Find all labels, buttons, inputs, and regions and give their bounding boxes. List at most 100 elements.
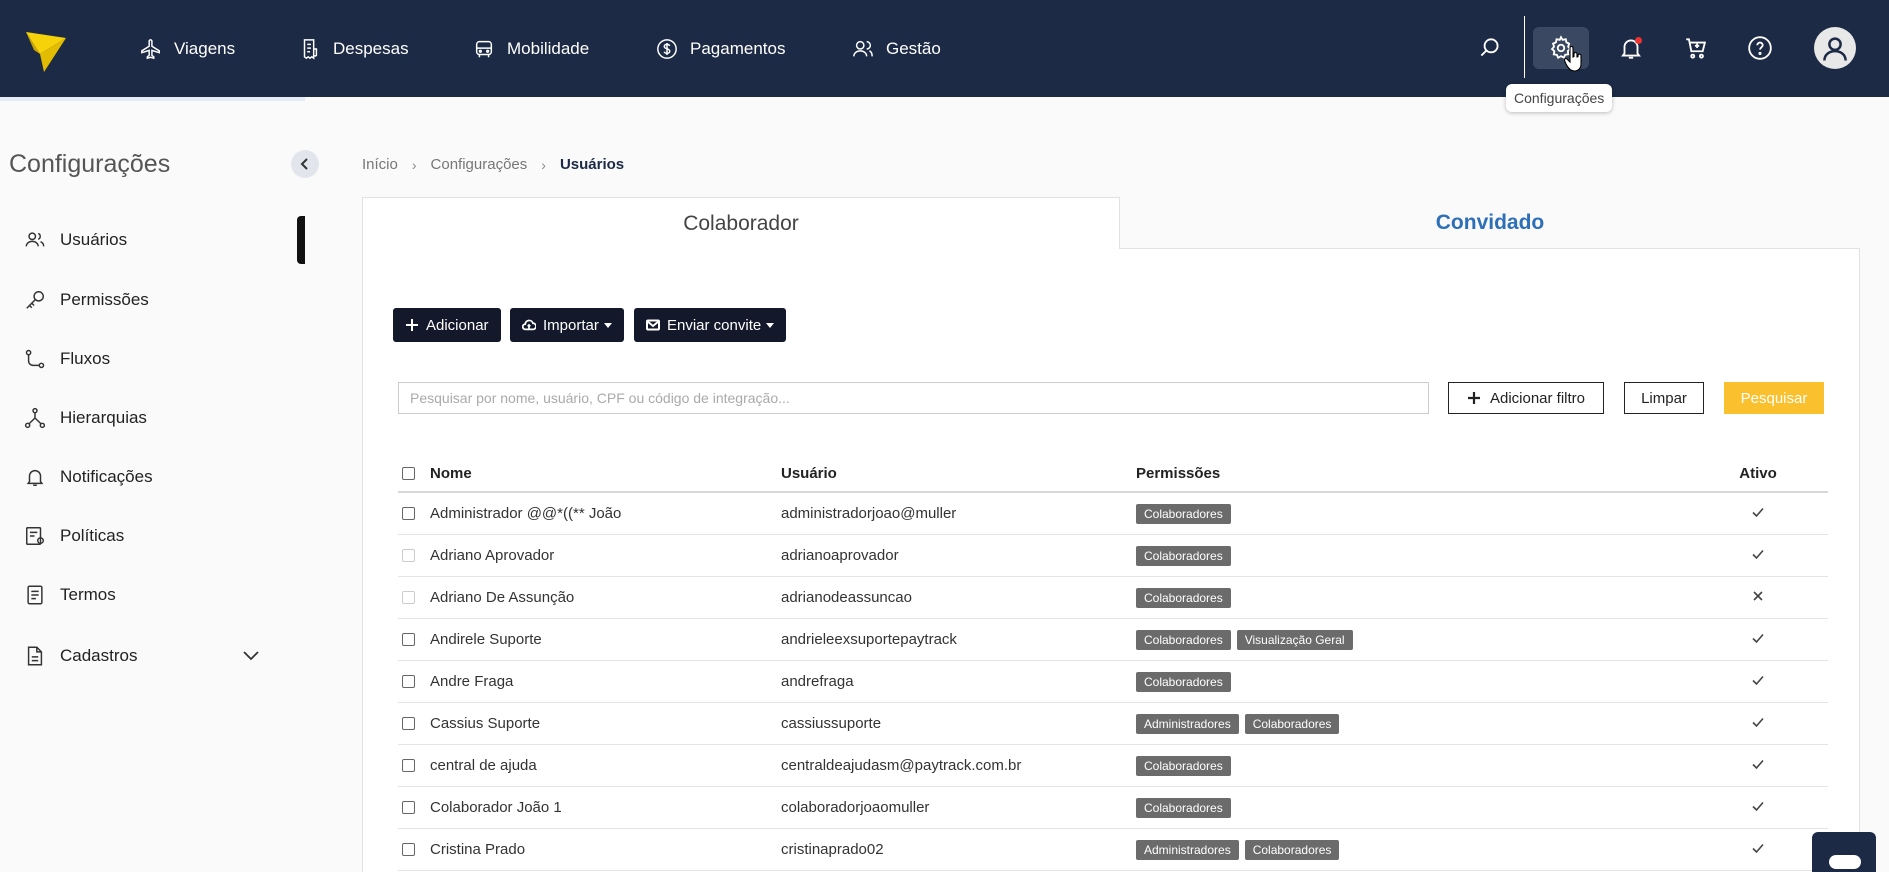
cell-permissions: Administradores Colaboradores bbox=[1136, 839, 1340, 860]
nav-label: Gestão bbox=[886, 38, 941, 58]
cell-user: centraldeajudasm@paytrack.com.br bbox=[781, 757, 1022, 774]
chat-widget-button[interactable] bbox=[1812, 832, 1876, 872]
row-checkbox[interactable] bbox=[402, 675, 415, 688]
sidebar-item-politicas[interactable]: Políticas bbox=[24, 521, 124, 551]
sidebar-item-fluxos[interactable]: Fluxos bbox=[24, 344, 110, 374]
table-row[interactable]: Adriano Aprovador adrianoaprovador Colabor… bbox=[398, 535, 1828, 577]
notifications-button[interactable] bbox=[1611, 28, 1651, 68]
nav-pagamentos[interactable]: Pagamentos bbox=[656, 0, 785, 97]
send-invite-button[interactable]: Enviar convite bbox=[634, 308, 787, 342]
permission-badge: Colaboradores bbox=[1136, 587, 1231, 608]
envelope-icon bbox=[646, 319, 660, 331]
cell-name: Cristina Prado bbox=[430, 841, 526, 858]
plane-icon bbox=[140, 38, 162, 60]
nav-viagens[interactable]: Viagens bbox=[140, 0, 235, 97]
search-button-submit[interactable]: Pesquisar bbox=[1724, 382, 1824, 414]
clear-button[interactable]: Limpar bbox=[1624, 382, 1704, 414]
row-checkbox[interactable] bbox=[402, 801, 415, 814]
table-row[interactable]: Adriano De Assunção adrianodeassuncao Cola… bbox=[398, 577, 1828, 619]
header-name[interactable]: Nome bbox=[430, 465, 472, 482]
check-icon bbox=[1751, 841, 1765, 855]
sidebar-item-label: Permissões bbox=[60, 290, 149, 309]
app-logo[interactable] bbox=[26, 24, 66, 74]
cell-user: andrefraga bbox=[781, 673, 854, 690]
nav-gestao[interactable]: Gestão bbox=[852, 0, 941, 97]
invite-button-label: Enviar convite bbox=[667, 316, 762, 334]
row-checkbox[interactable] bbox=[402, 717, 415, 730]
search-button[interactable] bbox=[1470, 28, 1510, 68]
chevron-down-icon[interactable] bbox=[240, 644, 262, 666]
sidebar-title: Configurações bbox=[9, 150, 171, 178]
table-row[interactable]: central de ajuda centraldeajudasm@paytrac… bbox=[398, 745, 1828, 787]
tab-colaborador[interactable]: Colaborador bbox=[362, 197, 1120, 249]
cart-button[interactable] bbox=[1676, 28, 1716, 68]
breadcrumb: Início › Configurações › Usuários bbox=[362, 156, 624, 173]
header-active[interactable]: Ativo bbox=[1738, 465, 1778, 482]
sidebar-item-label: Termos bbox=[60, 585, 116, 604]
policy-icon bbox=[24, 525, 46, 547]
add-filter-label: Adicionar filtro bbox=[1489, 389, 1586, 407]
row-checkbox[interactable] bbox=[402, 507, 415, 520]
sidebar-item-notificacoes[interactable]: Notificações bbox=[24, 462, 153, 492]
search-label: Pesquisar bbox=[1740, 389, 1808, 407]
permission-badge: Colaboradores bbox=[1136, 629, 1231, 650]
sidebar-item-usuarios[interactable]: Usuários bbox=[24, 225, 127, 255]
nav-label: Despesas bbox=[333, 38, 409, 58]
sidebar-item-label: Políticas bbox=[60, 526, 125, 545]
nav-label: Mobilidade bbox=[507, 38, 590, 58]
settings-tooltip: Configurações bbox=[1506, 84, 1613, 112]
add-filter-button[interactable]: Adicionar filtro bbox=[1448, 382, 1604, 414]
help-button[interactable] bbox=[1740, 28, 1780, 68]
row-checkbox[interactable] bbox=[402, 759, 415, 772]
sidebar-item-permissoes[interactable]: Permissões bbox=[24, 285, 149, 315]
table-row[interactable]: Andirele Suporte andrieleexsuportepaytrac… bbox=[398, 619, 1828, 661]
cell-active bbox=[1738, 673, 1778, 691]
table-row[interactable]: Cassius Suporte cassiussuporte Administrad… bbox=[398, 703, 1828, 745]
header-user[interactable]: Usuário bbox=[781, 465, 837, 482]
row-checkbox[interactable] bbox=[402, 549, 415, 562]
cell-permissions: Colaboradores bbox=[1136, 797, 1231, 818]
table-row[interactable]: Cristina Prado cristinaprado02 Administrad… bbox=[398, 829, 1828, 871]
receipt-icon bbox=[299, 38, 321, 60]
permission-badge: Colaboradores bbox=[1244, 839, 1340, 860]
search-input[interactable] bbox=[398, 382, 1429, 414]
nav-mobilidade[interactable]: Mobilidade bbox=[473, 0, 589, 97]
notification-dot bbox=[1635, 37, 1642, 44]
cell-user: andrieleexsuportepaytrack bbox=[781, 631, 957, 648]
permission-badge: Administradores bbox=[1136, 713, 1239, 734]
tab-convidado[interactable]: Convidado bbox=[1120, 197, 1860, 249]
header-permissions[interactable]: Permissões bbox=[1136, 465, 1220, 482]
cell-name: Colaborador João 1 bbox=[430, 799, 562, 816]
row-checkbox[interactable] bbox=[402, 591, 415, 604]
table-row[interactable]: Andre Fraga andrefraga Colaboradores bbox=[398, 661, 1828, 703]
row-checkbox[interactable] bbox=[402, 843, 415, 856]
help-icon bbox=[1748, 36, 1772, 60]
sidebar-item-termos[interactable]: Termos bbox=[24, 580, 116, 610]
chevron-left-icon bbox=[300, 158, 308, 170]
nav-despesas[interactable]: Despesas bbox=[299, 0, 409, 97]
import-button[interactable]: Importar bbox=[510, 308, 624, 342]
table-row[interactable]: Administrador @@*((** João administradorj… bbox=[398, 493, 1828, 535]
check-icon bbox=[1751, 673, 1765, 687]
cell-active bbox=[1738, 547, 1778, 565]
table-row[interactable]: Colaborador João 1 colaboradorjoaomuller C… bbox=[398, 787, 1828, 829]
collapse-sidebar-button[interactable] bbox=[291, 150, 319, 178]
select-all-checkbox[interactable] bbox=[402, 467, 415, 480]
cell-name: Andirele Suporte bbox=[430, 631, 542, 648]
breadcrumb-home[interactable]: Início bbox=[362, 156, 398, 173]
user-avatar[interactable] bbox=[1814, 27, 1856, 69]
cloud-upload-icon bbox=[522, 319, 536, 331]
breadcrumb-settings[interactable]: Configurações bbox=[431, 156, 528, 173]
sidebar-item-cadastros[interactable]: Cadastros bbox=[24, 641, 137, 671]
row-checkbox[interactable] bbox=[402, 633, 415, 646]
cell-user: administradorjoao@muller bbox=[781, 505, 957, 522]
permission-badge: Administradores bbox=[1136, 839, 1239, 860]
check-icon bbox=[1751, 631, 1765, 645]
sidebar-item-hierarquias[interactable]: Hierarquias bbox=[24, 403, 147, 433]
key-icon bbox=[24, 289, 46, 311]
flow-icon bbox=[24, 348, 46, 370]
add-user-button[interactable]: Adicionar bbox=[393, 308, 501, 342]
cell-active bbox=[1738, 589, 1778, 607]
chevron-right-icon: › bbox=[411, 156, 417, 173]
sidebar-item-label: Cadastros bbox=[60, 646, 138, 665]
